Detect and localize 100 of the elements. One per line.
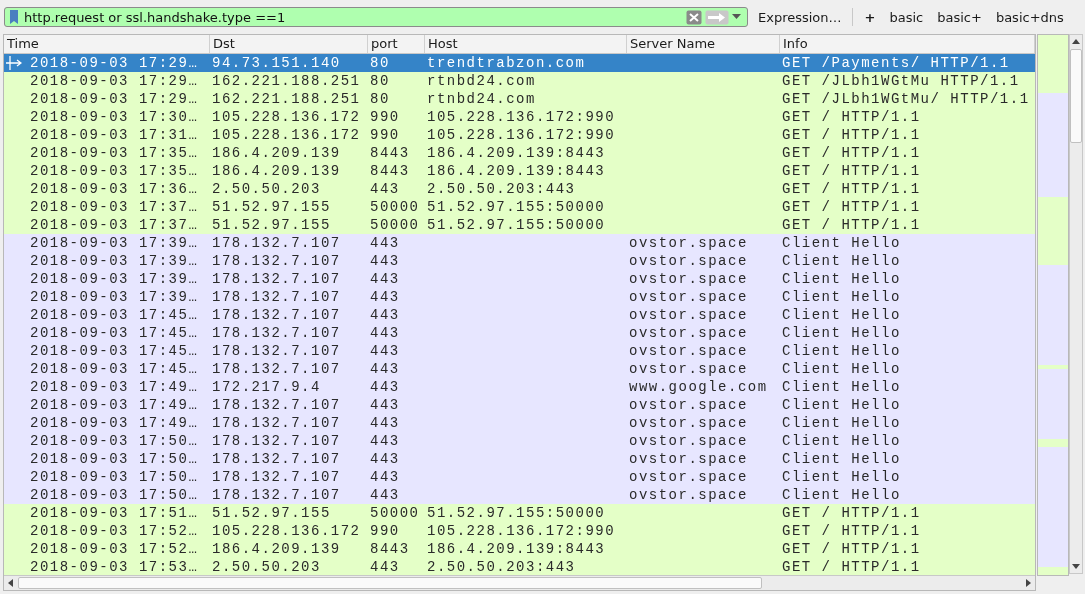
bookmark-icon[interactable]: [9, 9, 19, 25]
info-cell: Client Hello: [782, 469, 901, 485]
server-name-cell: ovstor.space: [629, 343, 748, 359]
info-cell: Client Hello: [782, 253, 901, 269]
info-cell: GET / HTTP/1.1: [782, 127, 921, 143]
port-cell: 443: [370, 397, 400, 413]
port-cell: 443: [370, 235, 400, 251]
packet-row[interactable]: 2018-09-03 17:39… 178.132.7.107 443 ovstor.space Client Hello: [4, 288, 1035, 306]
packet-row[interactable]: 2018-09-03 17:45… 178.132.7.107 443 ovstor.space Client Hello: [4, 342, 1035, 360]
display-filter-field[interactable]: http.request or ssl.handshake.type ==1: [22, 9, 683, 25]
time-cell: 2018-09-03 17:45…: [30, 325, 199, 341]
column-header[interactable]: Server Name: [627, 35, 780, 53]
time-cell: 2018-09-03 17:49…: [30, 415, 199, 431]
destination-cell: 178.132.7.107: [212, 271, 341, 287]
server-name-cell: ovstor.space: [629, 415, 748, 431]
column-header[interactable]: Dst: [210, 35, 368, 53]
packet-row[interactable]: 2018-09-03 17:45… 178.132.7.107 443 ovstor.space Client Hello: [4, 306, 1035, 324]
packet-row[interactable]: 2018-09-03 17:49… 172.217.9.4 443 www.google.com Client Hello: [4, 378, 1035, 396]
packet-row[interactable]: 2018-09-03 17:35… 186.4.209.139 8443 186.4.209.139:8443 GET / HTTP/1.1: [4, 162, 1035, 180]
packet-row[interactable]: 2018-09-03 17:51… 51.52.97.155 50000 51.52.97.155:50000 GET / HTTP/1.1: [4, 504, 1035, 522]
filter-preset-button[interactable]: basic+dns: [991, 7, 1068, 27]
packet-row[interactable]: 2018-09-03 17:49… 178.132.7.107 443 ovstor.space Client Hello: [4, 414, 1035, 432]
port-cell: 80: [370, 73, 390, 89]
packet-row[interactable]: 2018-09-03 17:30… 105.228.136.172 990 105.228.136.172:990 GET / HTTP/1.1: [4, 108, 1035, 126]
packet-row[interactable]: 2018-09-03 17:37… 51.52.97.155 50000 51.52.97.155:50000 GET / HTTP/1.1: [4, 198, 1035, 216]
dropdown-caret-icon[interactable]: [732, 14, 741, 20]
packet-row[interactable]: 2018-09-03 17:36… 2.50.50.203 443 2.50.50.203:443 GET / HTTP/1.1: [4, 180, 1035, 198]
horizontal-scrollbar[interactable]: [4, 575, 1035, 590]
packet-row[interactable]: 2018-09-03 17:39… 178.132.7.107 443 ovstor.space Client Hello: [4, 234, 1035, 252]
port-cell: 8443: [370, 145, 410, 161]
destination-cell: 172.217.9.4: [212, 379, 321, 395]
packet-row[interactable]: 2018-09-03 17:37… 51.52.97.155 50000 51.52.97.155:50000 GET / HTTP/1.1: [4, 216, 1035, 234]
filter-preset-button[interactable]: basic+: [933, 7, 986, 27]
info-cell: GET / HTTP/1.1: [782, 523, 921, 539]
info-cell: Client Hello: [782, 433, 901, 449]
display-filter-bar[interactable]: http.request or ssl.handshake.type ==1: [4, 7, 748, 27]
destination-cell: 178.132.7.107: [212, 307, 341, 323]
expression-button[interactable]: Expression…: [754, 7, 846, 27]
packet-row[interactable]: 2018-09-03 17:45… 178.132.7.107 443 ovstor.space Client Hello: [4, 324, 1035, 342]
packet-row[interactable]: 2018-09-03 17:49… 178.132.7.107 443 ovstor.space Client Hello: [4, 396, 1035, 414]
packet-row[interactable]: 2018-09-03 17:50… 178.132.7.107 443 ovstor.space Client Hello: [4, 432, 1035, 450]
info-cell: Client Hello: [782, 289, 901, 305]
packet-row[interactable]: 2018-09-03 17:39… 178.132.7.107 443 ovstor.space Client Hello: [4, 252, 1035, 270]
time-cell: 2018-09-03 17:45…: [30, 361, 199, 377]
time-cell: 2018-09-03 17:50…: [30, 433, 199, 449]
scroll-right-icon[interactable]: [1023, 578, 1033, 588]
time-cell: 2018-09-03 17:39…: [30, 289, 199, 305]
info-cell: GET /JLbh1WGtMu HTTP/1.1: [782, 73, 1020, 89]
time-cell: 2018-09-03 17:45…: [30, 343, 199, 359]
column-header[interactable]: Host: [425, 35, 627, 53]
scroll-down-icon[interactable]: [1071, 561, 1081, 571]
time-cell: 2018-09-03 17:39…: [30, 253, 199, 269]
info-cell: Client Hello: [782, 271, 901, 287]
scrollbar-thumb[interactable]: [1070, 49, 1082, 143]
host-cell: 186.4.209.139:8443: [427, 145, 606, 161]
packet-row[interactable]: 2018-09-03 17:52… 105.228.136.172 990 105.228.136.172:990 GET / HTTP/1.1: [4, 522, 1035, 540]
time-cell: 2018-09-03 17:29…: [30, 55, 199, 71]
port-cell: 443: [370, 271, 400, 287]
packet-row[interactable]: 2018-09-03 17:52… 186.4.209.139 8443 186.4.209.139:8443 GET / HTTP/1.1: [4, 540, 1035, 558]
port-cell: 8443: [370, 163, 410, 179]
time-cell: 2018-09-03 17:35…: [30, 163, 199, 179]
vertical-scrollbar[interactable]: [1069, 34, 1083, 574]
column-header[interactable]: port: [368, 35, 425, 53]
column-header[interactable]: Info: [780, 35, 1035, 53]
destination-cell: 2.50.50.203: [212, 559, 321, 575]
packet-row[interactable]: 2018-09-03 17:50… 178.132.7.107 443 ovstor.space Client Hello: [4, 486, 1035, 504]
packet-row[interactable]: 2018-09-03 17:29… 162.221.188.251 80 rtnbd24.com GET /JLbh1WGtMu HTTP/1.1: [4, 72, 1035, 90]
host-cell: 2.50.50.203:443: [427, 559, 576, 575]
packet-row[interactable]: 2018-09-03 17:50… 178.132.7.107 443 ovstor.space Client Hello: [4, 468, 1035, 486]
destination-cell: 178.132.7.107: [212, 397, 341, 413]
time-cell: 2018-09-03 17:31…: [30, 127, 199, 143]
info-cell: Client Hello: [782, 325, 901, 341]
info-cell: GET / HTTP/1.1: [782, 181, 921, 197]
packet-row[interactable]: 2018-09-03 17:31… 105.228.136.172 990 105.228.136.172:990 GET / HTTP/1.1: [4, 126, 1035, 144]
time-cell: 2018-09-03 17:52…: [30, 523, 199, 539]
host-cell: 51.52.97.155:50000: [427, 217, 606, 233]
packet-row[interactable]: 2018-09-03 17:29… 94.73.151.140 80 trendtrabzon.com GET /Payments/ HTTP/1.1: [4, 54, 1035, 72]
server-name-cell: ovstor.space: [629, 271, 748, 287]
info-cell: GET / HTTP/1.1: [782, 199, 921, 215]
add-filter-button[interactable]: +: [860, 7, 880, 27]
packet-row[interactable]: 2018-09-03 17:29… 162.221.188.251 80 rtnbd24.com GET /JLbh1WGtMu/ HTTP/1.1: [4, 90, 1035, 108]
packet-row[interactable]: 2018-09-03 17:39… 178.132.7.107 443 ovstor.space Client Hello: [4, 270, 1035, 288]
time-cell: 2018-09-03 17:37…: [30, 199, 199, 215]
scroll-left-icon[interactable]: [6, 578, 16, 588]
column-header[interactable]: Time: [4, 35, 210, 53]
server-name-cell: ovstor.space: [629, 307, 748, 323]
scrollbar-thumb[interactable]: [18, 577, 763, 589]
scroll-up-icon[interactable]: [1071, 37, 1081, 47]
filter-preset-button[interactable]: basic: [885, 7, 928, 27]
info-cell: GET / HTTP/1.1: [782, 145, 921, 161]
port-cell: 50000: [370, 505, 420, 521]
packet-row[interactable]: 2018-09-03 17:50… 178.132.7.107 443 ovstor.space Client Hello: [4, 450, 1035, 468]
server-name-cell: ovstor.space: [629, 487, 748, 503]
port-cell: 443: [370, 343, 400, 359]
port-cell: 443: [370, 289, 400, 305]
packet-row[interactable]: 2018-09-03 17:35… 186.4.209.139 8443 186.4.209.139:8443 GET / HTTP/1.1: [4, 144, 1035, 162]
server-name-cell: ovstor.space: [629, 361, 748, 377]
clear-icon[interactable]: [686, 9, 702, 25]
packet-row[interactable]: 2018-09-03 17:45… 178.132.7.107 443 ovstor.space Client Hello: [4, 360, 1035, 378]
packet-row[interactable]: 2018-09-03 17:53… 2.50.50.203 443 2.50.50.203:443 GET / HTTP/1.1: [4, 558, 1035, 575]
